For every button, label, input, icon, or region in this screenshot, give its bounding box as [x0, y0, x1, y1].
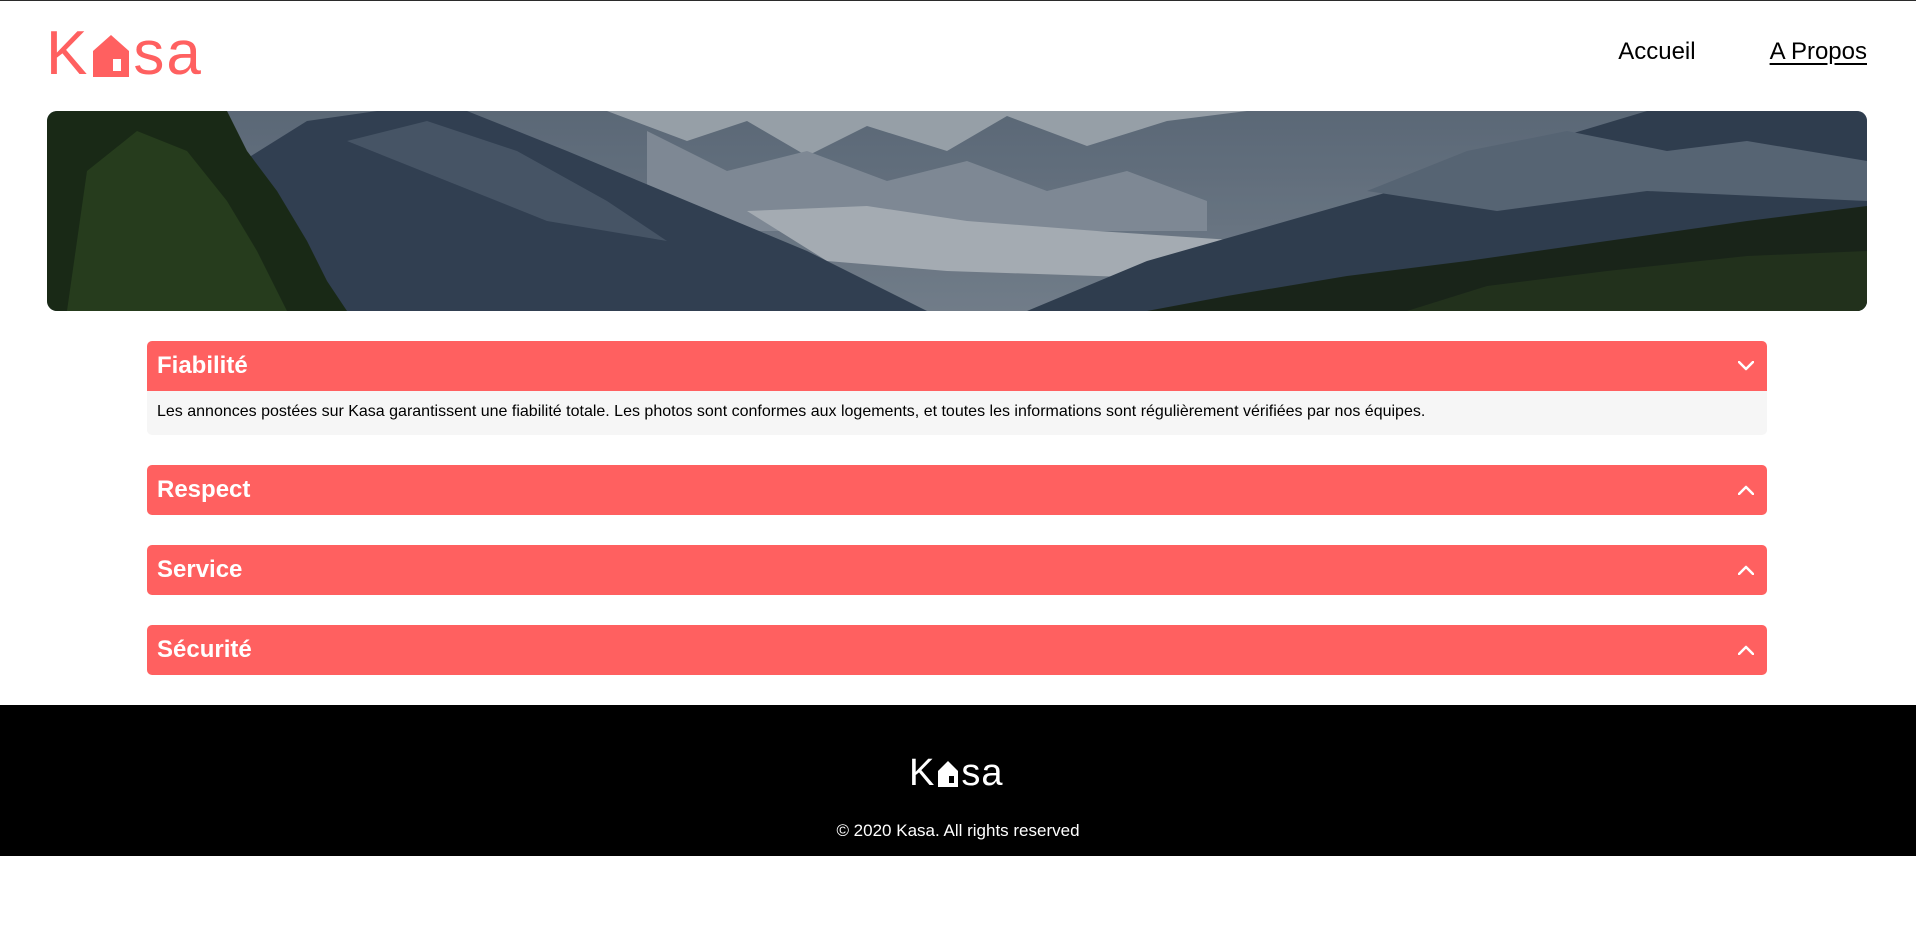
logo-letters-sa: sa: [133, 19, 203, 88]
footer-logo-letter-k: K: [909, 752, 936, 794]
accordion-title: Respect: [157, 476, 251, 503]
accordion-item-respect: Respect: [147, 465, 1767, 515]
copyright-text: © 2020 Kasa. All rights reserved: [836, 821, 1080, 840]
chevron-down-icon[interactable]: [1737, 357, 1755, 375]
main-nav: Accueil A Propos: [1618, 38, 1867, 66]
accordion-content: Les annonces postées sur Kasa garantisse…: [147, 391, 1767, 435]
accordion-title: Service: [157, 556, 243, 583]
chevron-up-icon[interactable]: [1737, 641, 1755, 659]
site-footer: K sa © 2020 Kasa. All rights reserved: [0, 705, 1916, 856]
nav-link-a-propos[interactable]: A Propos: [1770, 38, 1867, 66]
accordion-item-fiabilite: Fiabilité Les annonces postées sur Kasa …: [147, 341, 1767, 435]
site-header: K sa Accueil A Propos: [0, 0, 1916, 110]
accordion-header-fiabilite[interactable]: Fiabilité: [147, 341, 1767, 391]
logo-letter-k: K: [46, 19, 90, 88]
accordion-header-respect[interactable]: Respect: [147, 465, 1767, 515]
accordion-item-securite: Sécurité: [147, 625, 1767, 675]
about-banner-image: [47, 111, 1867, 311]
values-accordion: Fiabilité Les annonces postées sur Kasa …: [147, 341, 1767, 705]
kasa-logo[interactable]: K sa: [46, 19, 203, 88]
footer-logo-letters-sa: sa: [961, 752, 1004, 794]
house-icon: [937, 759, 959, 787]
accordion-header-securite[interactable]: Sécurité: [147, 625, 1767, 675]
chevron-up-icon[interactable]: [1737, 481, 1755, 499]
nav-link-accueil[interactable]: Accueil: [1618, 38, 1695, 66]
house-icon: [91, 31, 131, 77]
accordion-header-service[interactable]: Service: [147, 545, 1767, 595]
accordion-item-service: Service: [147, 545, 1767, 595]
accordion-title: Sécurité: [157, 636, 252, 663]
accordion-title: Fiabilité: [157, 352, 248, 379]
footer-kasa-logo: K sa: [909, 753, 1004, 793]
chevron-up-icon[interactable]: [1737, 561, 1755, 579]
